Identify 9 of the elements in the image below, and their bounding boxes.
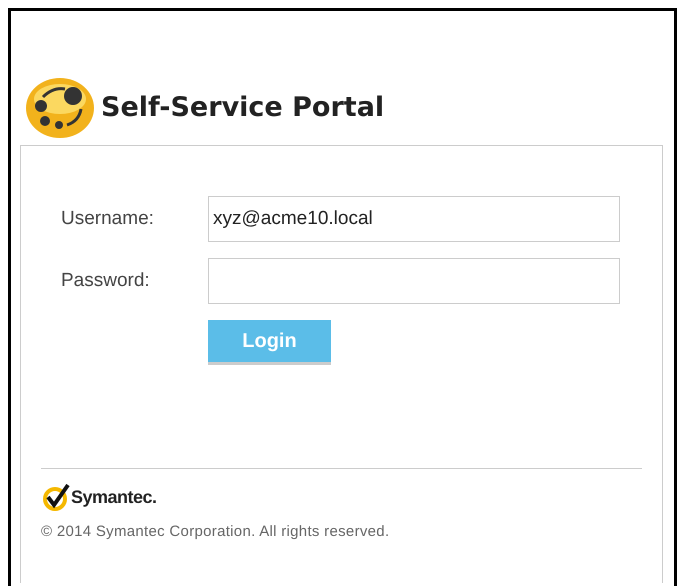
copyright-text: © 2014 Symantec Corporation. All rights reserved. xyxy=(41,522,390,542)
checkmark-icon xyxy=(41,483,71,511)
page-title: Self-Service Portal xyxy=(101,90,384,125)
field-label: Password: xyxy=(60,268,151,293)
password-field[interactable] xyxy=(208,258,620,304)
logo-icon xyxy=(25,77,95,139)
field-label: Username: xyxy=(60,206,155,231)
username-field[interactable]: xyz@acme10.local xyxy=(208,196,620,242)
brand-name: Symantec. xyxy=(71,486,157,509)
